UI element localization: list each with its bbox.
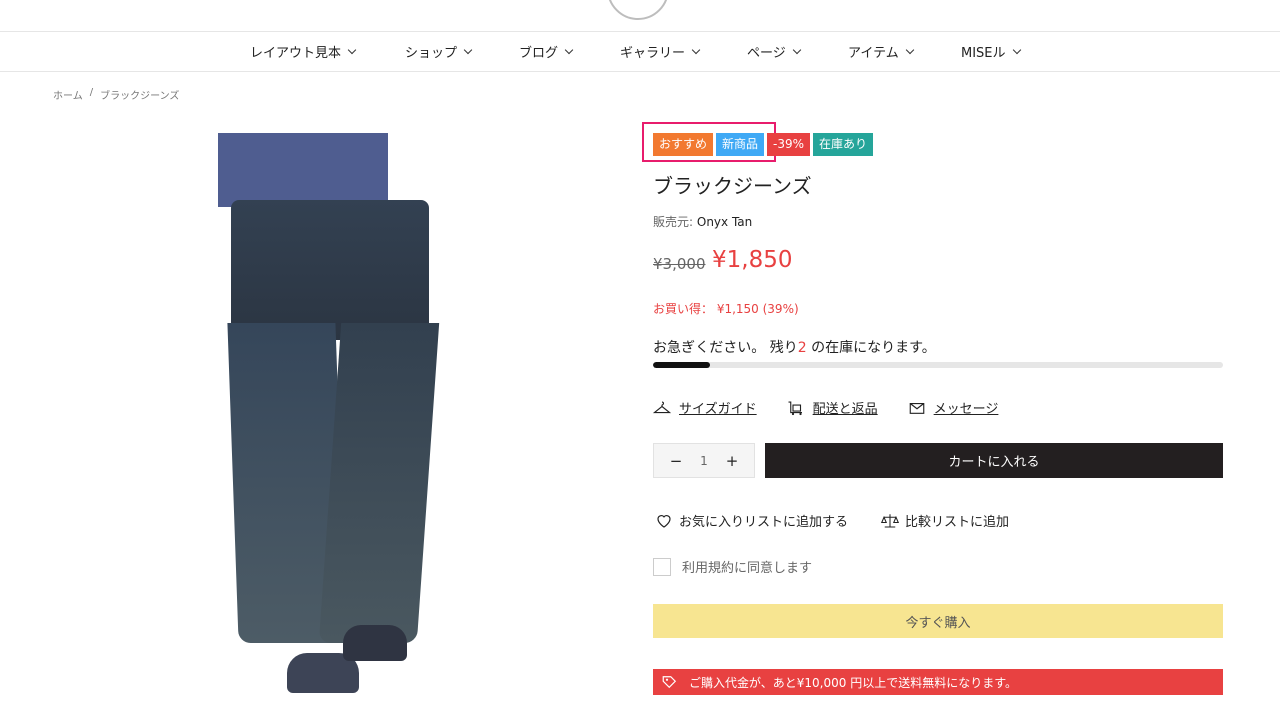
- price-original: ¥3,000: [653, 255, 706, 273]
- badge-new: 新商品: [716, 133, 765, 156]
- wishlist-label: お気に入りリストに追加する: [679, 515, 849, 530]
- nav-item-pages[interactable]: ページ: [747, 42, 801, 61]
- shipping-returns-label: 配送と返品: [812, 402, 878, 417]
- size-guide-label: サイズガイド: [679, 402, 757, 417]
- vendor-label: 販売元:: [653, 215, 694, 229]
- quantity-input[interactable]: 1: [700, 454, 708, 468]
- urgency-count: 2: [797, 340, 807, 356]
- nav-item-label: ギャラリー: [620, 46, 686, 61]
- nav-item-label: ブログ: [519, 46, 559, 61]
- product-links: サイズガイド 配送と返品 メッセージ: [653, 398, 998, 417]
- nav-item-label: ショップ: [405, 46, 458, 61]
- chevron-down-icon: [905, 45, 914, 55]
- price-sale: ¥1,850: [712, 247, 793, 273]
- heart-icon: [657, 514, 671, 528]
- badge-recommended: おすすめ: [653, 133, 714, 156]
- store-logo[interactable]: [607, 0, 669, 20]
- breadcrumb-separator: /: [89, 87, 94, 98]
- shipping-tag-icon: [662, 676, 677, 689]
- urgency-suffix: の在庫になります。: [806, 340, 936, 356]
- main-nav: レイアウト見本 ショップ ブログ ギャラリー ページ アイテム MISEル: [0, 31, 1280, 72]
- image-jeans-right-leg: [318, 323, 440, 643]
- add-to-compare-button[interactable]: 比較リストに追加: [881, 511, 1009, 530]
- price-savings: お買い得： ¥1,150 (39%): [653, 302, 799, 316]
- nav-item-blog[interactable]: ブログ: [519, 42, 574, 61]
- chevron-down-icon: [347, 45, 357, 55]
- chevron-down-icon: [564, 45, 574, 55]
- hanger-icon: [653, 400, 671, 413]
- nav-item-label: アイテム: [848, 46, 899, 61]
- terms-checkbox[interactable]: [653, 557, 671, 576]
- message-link[interactable]: メッセージ: [908, 398, 999, 417]
- breadcrumb-home[interactable]: ホーム: [53, 87, 83, 102]
- nav-item-shop[interactable]: ショップ: [405, 42, 473, 61]
- stock-progress-bar: [653, 362, 1223, 368]
- message-label: メッセージ: [933, 402, 999, 417]
- image-shirt: [218, 133, 388, 207]
- nav-item-items[interactable]: アイテム: [848, 42, 914, 61]
- vendor-name[interactable]: Onyx Tan: [697, 215, 752, 229]
- add-to-wishlist-button[interactable]: お気に入りリストに追加する: [655, 511, 848, 530]
- compare-label: 比較リストに追加: [905, 515, 1010, 530]
- image-jeans-waist: [231, 200, 429, 340]
- nav-item-miseru[interactable]: MISEル: [961, 42, 1021, 61]
- nav-item-label: ページ: [747, 46, 786, 61]
- badge-discount: -39%: [767, 133, 811, 156]
- nav-item-layout[interactable]: レイアウト見本: [250, 42, 357, 61]
- product-image[interactable]: [165, 133, 585, 720]
- urgency-prefix: お急ぎください。 残り: [653, 340, 798, 356]
- breadcrumb: ホーム / ブラックジーンズ: [53, 87, 179, 102]
- quantity-increase-button[interactable]: +: [718, 452, 746, 470]
- scale-icon: [881, 513, 900, 528]
- product-actions: お気に入りリストに追加する 比較リストに追加: [655, 511, 1009, 530]
- badge-in-stock: 在庫あり: [813, 133, 874, 156]
- nav-item-label: レイアウト見本: [250, 46, 342, 61]
- buy-now-button[interactable]: 今すぐ購入: [653, 604, 1223, 638]
- product-vendor: 販売元: Onyx Tan: [653, 213, 752, 230]
- product-title: ブラックジーンズ: [653, 174, 812, 198]
- size-guide-link[interactable]: サイズガイド: [653, 398, 757, 417]
- stock-progress-fill: [653, 362, 710, 368]
- stock-urgency-text: お急ぎください。 残り2 の在庫になります。: [653, 337, 936, 357]
- chevron-down-icon: [1012, 45, 1021, 55]
- image-shoe-right: [343, 625, 407, 661]
- terms-label: 利用規約に同意します: [682, 561, 813, 576]
- breadcrumb-current: ブラックジーンズ: [100, 91, 180, 102]
- add-to-cart-button[interactable]: カートに入れる: [765, 443, 1223, 478]
- chevron-down-icon: [792, 45, 801, 55]
- quantity-decrease-button[interactable]: −: [662, 452, 690, 470]
- product-badges: おすすめ 新商品 -39% 在庫あり: [653, 133, 874, 156]
- free-shipping-notice: ご購入代金が、あと¥10,000 円以上で送料無料になります。: [653, 669, 1223, 695]
- nav-item-label: MISEル: [961, 46, 1006, 61]
- shipping-returns-link[interactable]: 配送と返品: [787, 398, 878, 417]
- quantity-stepper: − 1 +: [653, 443, 755, 478]
- free-shipping-text: ご購入代金が、あと¥10,000 円以上で送料無料になります。: [689, 675, 1017, 690]
- cart-box-icon: [788, 400, 802, 415]
- terms-agreement: 利用規約に同意します: [653, 557, 812, 576]
- mail-icon: [909, 402, 924, 414]
- chevron-down-icon: [463, 45, 473, 55]
- nav-item-gallery[interactable]: ギャラリー: [620, 42, 701, 61]
- chevron-down-icon: [691, 45, 701, 55]
